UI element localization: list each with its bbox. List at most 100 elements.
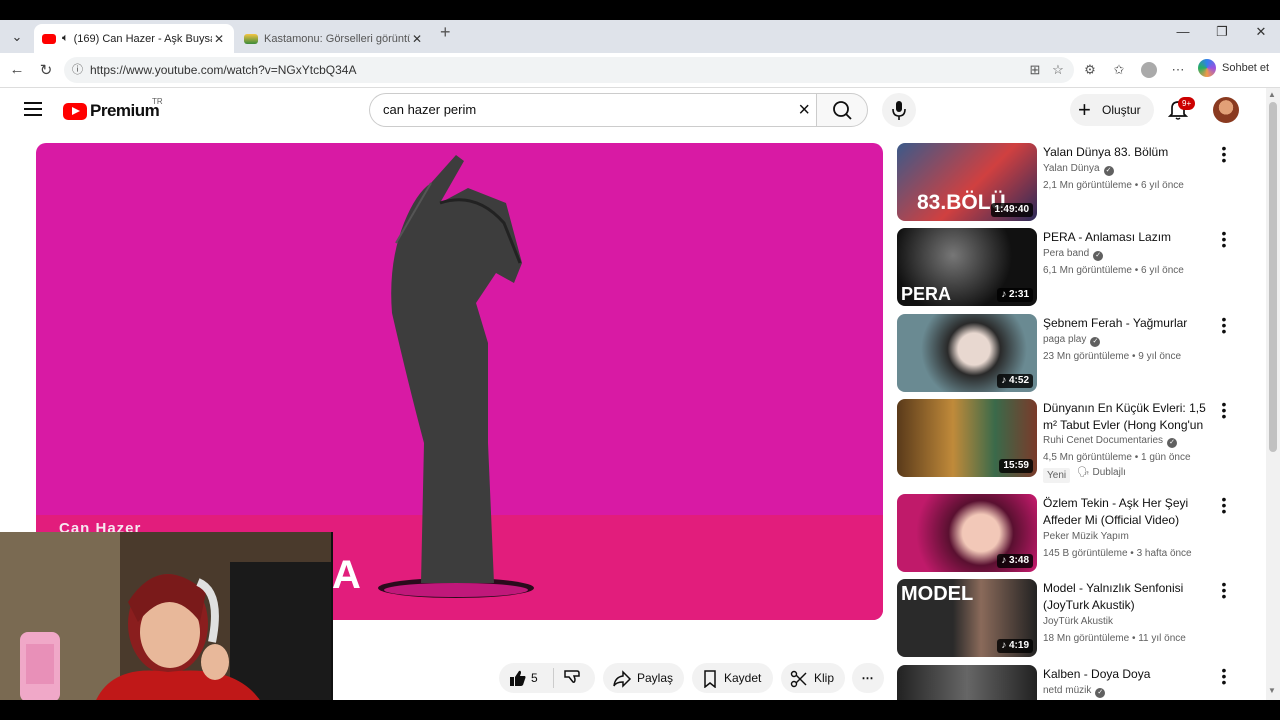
video-thumbnail[interactable]: ♪ 4:52 [897,314,1037,392]
youtube-play-icon [63,102,87,120]
channel-name[interactable]: Ruhi Cenet Documentaries ✓ [1043,435,1178,448]
search-button[interactable] [816,93,868,127]
video-thumbnail[interactable] [897,665,1037,700]
verified-icon: ✓ [1167,438,1178,448]
upload-age: 11 yıl önce [1138,633,1186,644]
video-meta: 4,5 Mn görüntüleme • 1 gün önce [1043,452,1191,463]
recommendation-item[interactable]: ♪ 3:48 Özlem Tekin - Aşk Her Şeyi Affede… [897,492,1247,574]
upload-age: 3 hafta önce [1136,548,1192,559]
channel-name-text: Pera band [1043,248,1090,259]
youtube-premium-logo[interactable]: Premium TR [63,97,163,121]
tab-search-chevron-icon[interactable]: ⌄ [6,26,28,48]
url-field[interactable]: ⓘ https://www.youtube.com/watch?v=NGxYtc… [64,57,1074,83]
site-info-icon[interactable]: ⓘ [72,57,83,83]
tab-youtube[interactable]: 🔈︎ (169) Can Hazer - Aşk Buysa - ✕ [34,24,234,53]
maximize-icon[interactable]: ❐ [1207,24,1237,40]
recommendation-item[interactable]: ♪ 4:52 Şebnem Ferah - Yağmurlar paga pla… [897,312,1247,394]
more-options-icon[interactable]: • • • [1219,492,1229,518]
channel-name[interactable]: paga play ✓ [1043,334,1101,347]
duration-text: 3:48 [1008,555,1029,566]
back-arrow-icon[interactable]: ← [7,61,27,78]
video-title[interactable]: Özlem Tekin - Aşk Her Şeyi Affeder Mi (O… [1043,495,1215,529]
dislike-button[interactable] [563,663,581,704]
app-available-icon[interactable]: ⊞ [1025,62,1045,78]
upload-age: 1 gün önce [1141,452,1191,463]
video-title[interactable]: PERA - Anlaması Lazım [1043,229,1215,246]
recommendation-item[interactable]: Kalben - Doya Doya netd müzik ✓ • • • [897,665,1247,700]
account-avatar[interactable] [1213,97,1239,123]
recommendation-item[interactable]: 15:59 Dünyanın En Küçük Evleri: 1,5 m² T… [897,397,1247,489]
scrollbar-thumb[interactable] [1269,102,1277,452]
close-window-icon[interactable]: ✕ [1246,24,1276,40]
channel-name[interactable]: Peker Müzik Yapım [1043,531,1129,542]
verified-icon: ✓ [1093,251,1104,261]
new-tab-icon[interactable]: + [440,22,451,43]
recommendation-item[interactable]: PERA ♪ 2:31 PERA - Anlaması Lazım Pera b… [897,226,1247,308]
view-count: 6,1 Mn görüntüleme [1043,265,1132,276]
channel-name[interactable]: JoyTürk Akustik [1043,616,1113,627]
thumbs-up-icon [510,670,526,686]
more-menu-icon[interactable]: ⋯ [1168,62,1188,78]
more-options-icon[interactable]: • • • [1219,577,1229,603]
video-thumbnail[interactable]: 15:59 [897,399,1037,477]
video-thumbnail[interactable]: ♪ 3:48 [897,494,1037,572]
screen: ⌄ 🔈︎ (169) Can Hazer - Aşk Buysa - ✕ Kas… [0,0,1280,720]
channel-name[interactable]: Yalan Dünya ✓ [1043,163,1114,176]
country-code: TR [152,97,163,106]
favorite-star-icon[interactable]: ☆ [1048,62,1068,78]
profile-icon[interactable] [1139,62,1159,81]
address-bar-row: ← ↻ ⓘ https://www.youtube.com/watch?v=NG… [0,53,1280,88]
video-title[interactable]: Şebnem Ferah - Yağmurlar [1043,315,1215,332]
webcam-person-graphic [0,532,331,720]
video-overlay-letter: A [332,553,361,597]
video-title[interactable]: Kalben - Doya Doya [1043,666,1215,683]
dubbed-icon: 🗣︎ [1077,467,1090,478]
video-thumbnail[interactable]: PERA ♪ 2:31 [897,228,1037,306]
video-title[interactable]: Model - Yalnızlık Senfonisi (JoyTurk Aku… [1043,580,1215,614]
browser-tab-bar: ⌄ 🔈︎ (169) Can Hazer - Aşk Buysa - ✕ Kas… [0,20,1280,53]
close-tab-icon[interactable]: ✕ [212,32,226,46]
minimize-icon[interactable]: — [1168,24,1198,39]
like-button[interactable] [509,663,527,704]
copilot-button[interactable]: Sohbet et [1198,59,1269,77]
tab-kastamonu[interactable]: Kastamonu: Görselleri görüntüleyi ✕ [236,24,432,53]
channel-name[interactable]: netd müzik ✓ [1043,685,1106,698]
more-options-icon[interactable]: • • • [1219,665,1229,689]
more-options-icon[interactable]: • • • [1219,397,1229,423]
more-actions-icon[interactable]: ⋯ [852,663,884,693]
upload-age: 6 yıl önce [1141,265,1184,276]
copilot-label: Sohbet et [1222,62,1270,74]
plus-icon: + [1078,97,1091,122]
save-button[interactable]: Kaydet [692,663,773,693]
scroll-down-icon[interactable]: ▼ [1268,686,1276,695]
favorites-icon[interactable]: ✩ [1109,62,1129,78]
video-thumbnail[interactable]: 83.BÖLÜ 1:49:40 [897,143,1037,221]
recommendation-item[interactable]: 83.BÖLÜ 1:49:40 Yalan Dünya 83. Bölüm Ya… [897,141,1247,223]
speaker-icon[interactable]: 🔈︎ [62,32,69,45]
video-meta: 18 Mn görüntüleme • 11 yıl önce [1043,633,1186,644]
more-options-icon[interactable]: • • • [1219,141,1229,167]
menu-hamburger-icon[interactable] [24,102,42,120]
recommendation-item[interactable]: MODEL ♪ 4:19 Model - Yalnızlık Senfonisi… [897,577,1247,659]
more-options-icon[interactable]: • • • [1219,312,1229,338]
scroll-up-icon[interactable]: ▲ [1268,90,1276,99]
upload-age: 9 yıl önce [1138,351,1182,362]
page-scrollbar[interactable]: ▲ ▼ [1266,88,1280,700]
close-tab-icon[interactable]: ✕ [410,32,424,46]
share-button[interactable]: Paylaş [603,663,684,693]
voice-search-button[interactable] [882,93,916,127]
video-title[interactable]: Yalan Dünya 83. Bölüm [1043,144,1215,161]
clip-button[interactable]: Klip [781,663,845,693]
extensions-icon[interactable]: ⚙ [1080,62,1100,78]
create-button[interactable]: + Oluştur [1070,94,1154,126]
video-thumbnail[interactable]: MODEL ♪ 4:19 [897,579,1037,657]
video-title[interactable]: Dünyanın En Küçük Evleri: 1,5 m² Tabut E… [1043,400,1215,434]
view-count: 4,5 Mn görüntüleme [1043,452,1132,463]
channel-name[interactable]: Pera band ✓ [1043,248,1104,261]
search-input[interactable]: can hazer perim × [369,93,816,127]
reload-icon[interactable]: ↻ [36,61,56,79]
save-label: Kaydet [724,671,762,685]
more-options-icon[interactable]: • • • [1219,226,1229,252]
create-label: Oluştur [1102,103,1141,117]
clear-search-icon[interactable]: × [798,94,810,126]
